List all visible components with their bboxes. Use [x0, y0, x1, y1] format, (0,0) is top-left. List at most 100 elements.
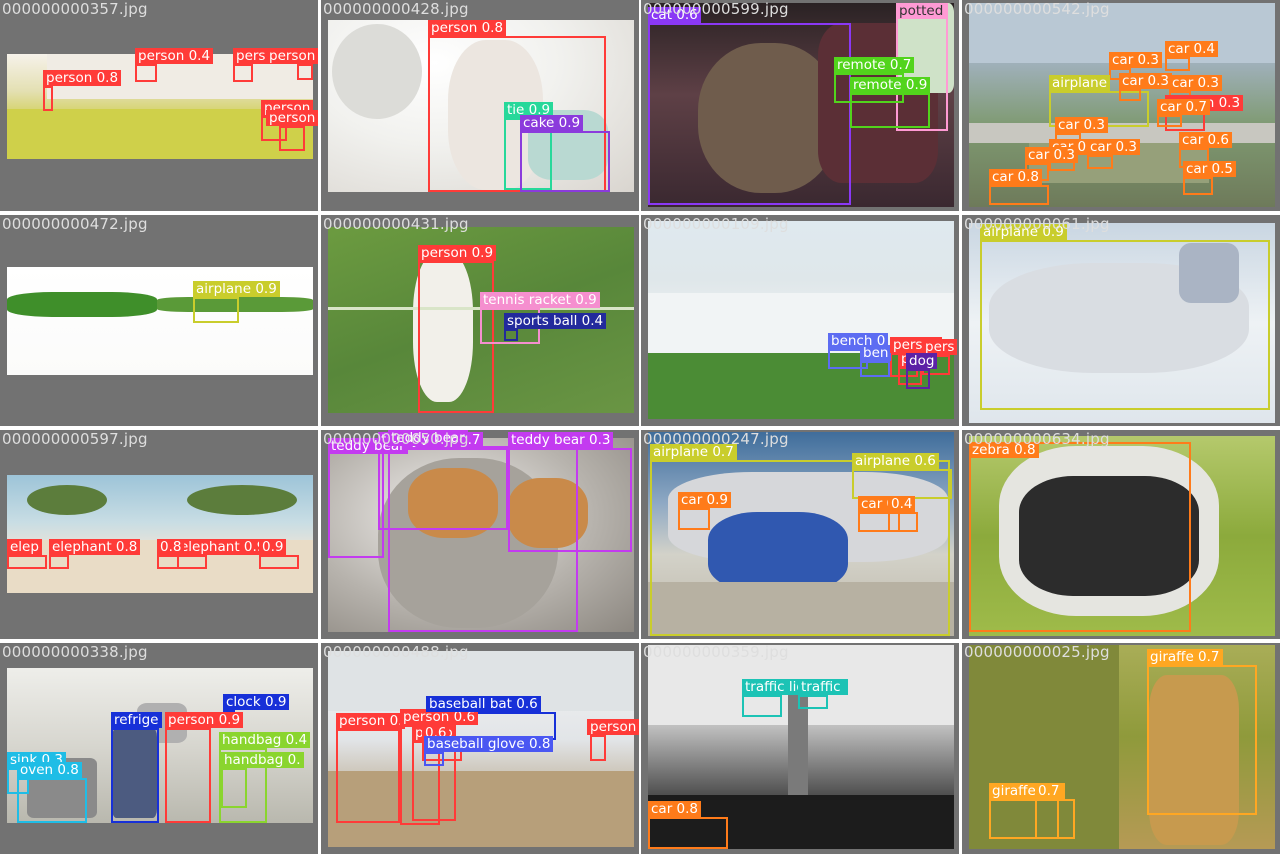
detection-label: person — [587, 719, 639, 735]
image-filename: 000000000061.jpg — [964, 215, 1110, 233]
image-filename: 000000000431.jpg — [323, 215, 469, 233]
detection-label: car 0.8 — [648, 801, 702, 817]
detection-box — [233, 64, 253, 82]
detection-box — [860, 361, 890, 377]
image-filename: 000000000025.jpg — [964, 643, 1110, 661]
detection-label: car 0.6 — [1179, 132, 1233, 148]
detection-label: person 0.9 — [165, 712, 244, 728]
detection-box — [906, 369, 930, 389]
scene-shape — [27, 485, 107, 515]
result-tile: person 0.4person 0.7person 0.8personpers… — [0, 0, 318, 211]
detection-label: baseball bat 0.6 — [426, 696, 541, 712]
image-filename: 000000000109.jpg — [643, 215, 789, 233]
detection-label: airplane 0.6 — [852, 453, 939, 469]
image-filename: 000000000488.jpg — [323, 643, 469, 661]
detection-box — [49, 555, 69, 569]
detection-label: elep — [7, 539, 42, 555]
scene-shape — [187, 485, 297, 515]
detection-label: 0.9 — [259, 539, 287, 555]
detection-box — [590, 735, 606, 761]
scene-shape — [332, 24, 422, 119]
detection-label: cake 0.9 — [520, 115, 584, 131]
detection-box — [1165, 57, 1190, 71]
result-tile: zebra 0.8 000000000634.jpg — [962, 430, 1280, 639]
detection-label: person 0. — [336, 713, 406, 729]
result-tile: cat 0.6 potted remote 0.7 remote 0.9 0000000… — [641, 0, 959, 211]
detection-box — [798, 695, 828, 709]
image-filename: 000000000599.jpg — [643, 0, 789, 18]
detection-label: sports ball 0.4 — [504, 313, 607, 329]
detection-label: car 0.3 — [1055, 117, 1109, 133]
detection-label: car 0.8 — [989, 169, 1043, 185]
detection-box — [221, 768, 247, 808]
image-filename: 000000000247.jpg — [643, 430, 789, 448]
detection-label: car 0.5 — [1183, 161, 1237, 177]
detection-label: car 0.3 — [1119, 73, 1173, 89]
detection-box — [297, 64, 313, 80]
detection-box — [648, 817, 728, 849]
detection-label: handbag 0. — [221, 752, 304, 768]
detection-label: person 0.8 — [43, 70, 122, 86]
detection-box — [424, 752, 444, 766]
detection-label: teddy bear 0.3 — [508, 432, 614, 448]
detection-box — [742, 695, 782, 717]
image-filename: 000000000542.jpg — [964, 0, 1110, 18]
detection-box — [165, 728, 211, 823]
detection-label: tennis racket 0.9 — [480, 292, 600, 308]
scene-shape — [7, 292, 157, 317]
detection-label: oven 0.8 — [17, 762, 82, 778]
detection-label: airplane — [1049, 75, 1111, 91]
result-tile: person 0.8 tie 0.9 cake 0.9 000000000428.jp… — [321, 0, 639, 211]
image-filename: 000000000338.jpg — [2, 643, 148, 661]
detection-label: 0.8 — [157, 539, 185, 555]
result-tile: teddy bear 0.7teddy bear 0.3teddy bearte… — [321, 430, 639, 639]
detection-box — [969, 442, 1191, 632]
detection-box — [850, 93, 930, 128]
detection-box — [1147, 665, 1257, 815]
detection-box — [888, 512, 918, 532]
result-tile: car 0.4car 0.3airplanecar 0.3car 0.3pers… — [962, 0, 1280, 211]
detection-label: clock 0.9 — [223, 694, 290, 710]
detection-box — [1183, 177, 1213, 195]
detection-box — [1119, 89, 1141, 101]
detection-box — [177, 555, 207, 569]
detection-box — [989, 185, 1049, 205]
detection-label: dog — [906, 353, 938, 369]
detection-label: 0.4 — [888, 496, 916, 512]
detection-label: person 0.8 — [428, 20, 507, 36]
detection-label: person 0.9 — [418, 245, 497, 261]
detection-label: elephant 0.8 — [49, 539, 141, 555]
detection-label: potted — [896, 3, 947, 19]
detection-label: person — [266, 48, 318, 64]
result-tile: airplane 0.7 airplane 0.6 car 0.9 car 0.3 0.… — [641, 430, 959, 639]
detection-label: elephant 0.9 — [177, 539, 269, 555]
detection-label: car 0.9 — [678, 492, 732, 508]
detection-label: baseball glove 0.8 — [424, 736, 554, 752]
detection-box — [43, 86, 53, 111]
detection-label: person 0.4 — [135, 48, 214, 64]
detection-box — [1087, 155, 1113, 169]
detection-box — [520, 131, 610, 192]
detection-label: 0.7 — [1035, 783, 1063, 799]
detection-box — [678, 508, 710, 530]
result-tile: bench 0benpersonperspersdog000000000109.… — [641, 215, 959, 426]
result-tile: elephant 0.8 elephant 0.9 elep 0.9 0.8 000000… — [0, 430, 318, 639]
detection-label: remote 0.7 — [834, 57, 915, 73]
detection-label: handbag 0.4 — [219, 732, 311, 748]
image-filename: 000000000359.jpg — [643, 643, 789, 661]
detection-box — [157, 555, 179, 569]
image-filename: 000000000597.jpg — [2, 430, 148, 448]
detection-box — [7, 555, 47, 569]
detection-box — [504, 329, 518, 341]
detection-box — [388, 446, 578, 632]
tile-image — [7, 475, 313, 593]
detection-box — [259, 555, 299, 569]
image-filename: 000000000650.jpg — [323, 430, 469, 448]
result-tile: person 0.9 tennis racket 0.9 sports ball 0… — [321, 215, 639, 426]
detection-box — [135, 64, 157, 82]
image-filename: 000000000472.jpg — [2, 215, 148, 233]
result-tile: airplane 0.9 000000000472.jpg — [0, 215, 318, 426]
detection-box — [17, 778, 87, 823]
detection-label: car 0.3 — [1087, 139, 1141, 155]
detection-label: remote 0.9 — [850, 77, 931, 93]
